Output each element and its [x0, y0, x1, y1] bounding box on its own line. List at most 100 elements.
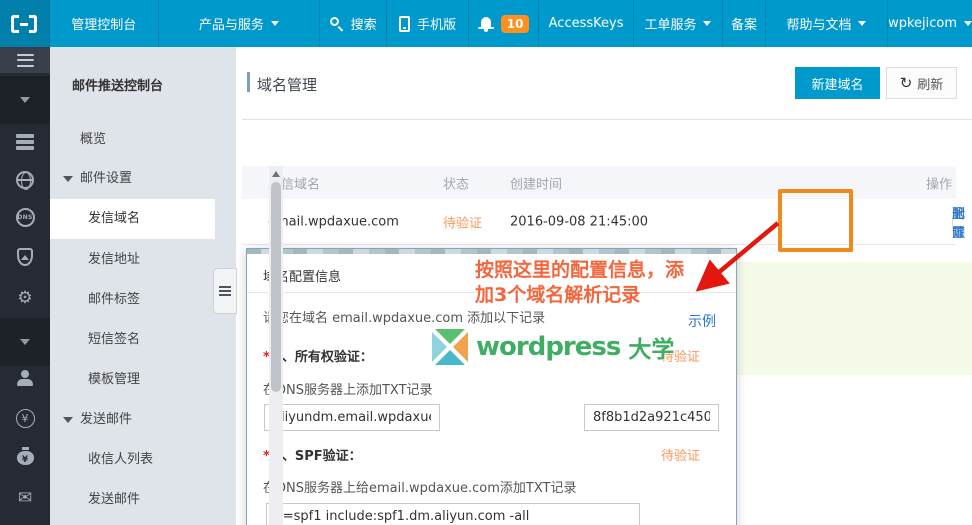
topbar-beian-link[interactable]: 备案	[723, 0, 766, 47]
accesskeys-label: AccessKeys	[549, 16, 624, 31]
chevron-down-icon	[20, 339, 30, 345]
chevron-down-icon	[858, 21, 866, 26]
header-divider	[242, 119, 972, 120]
sidebar-item-sending-domain[interactable]: 发信域名	[50, 199, 215, 239]
hamburger-icon	[17, 54, 34, 67]
txt-host-input[interactable]	[264, 404, 440, 431]
sidebar-group-mail-settings[interactable]: 邮件设置	[50, 159, 215, 199]
page-title: 域名管理	[257, 74, 317, 95]
sidebar-toggle-button[interactable]	[0, 47, 50, 73]
chevron-down-icon	[964, 21, 972, 26]
title-accent-bar	[247, 72, 250, 92]
sidebar-item-mail-tag[interactable]: 邮件标签	[50, 280, 215, 320]
aliyun-console-screen: 管理控制台 产品与服务 搜索 手机版 10 AccessKeys 工单服务 备案	[0, 0, 972, 525]
dns-icon: DNS	[16, 208, 35, 227]
col-actions: 操作	[926, 173, 952, 192]
rail-item-network[interactable]	[0, 168, 50, 192]
highlight-box	[778, 189, 853, 252]
col-status: 状态	[443, 173, 469, 192]
products-label: 产品与服务	[199, 14, 264, 33]
section2-status: 待验证	[661, 445, 700, 464]
spf-value-input[interactable]	[266, 503, 640, 525]
search-icon	[330, 17, 344, 31]
sidebar-item-sms-signature[interactable]: 短信签名	[50, 320, 215, 360]
rail-item-settings[interactable]: ⚙	[0, 286, 50, 310]
sidebar-title: 邮件推送控制台	[72, 75, 163, 94]
sidebar-collapse-handle[interactable]	[213, 268, 237, 314]
chevron-down-icon	[63, 176, 73, 182]
txt-value-input[interactable]	[584, 404, 719, 431]
user-icon	[17, 370, 33, 386]
topbar-tickets-menu[interactable]: 工单服务	[634, 0, 723, 47]
new-domain-button[interactable]: 新建域名	[795, 67, 880, 99]
topbar-notifications[interactable]: 10	[469, 0, 540, 47]
notification-badge: 10	[501, 15, 530, 33]
rail-item-user[interactable]	[0, 366, 50, 390]
refresh-button[interactable]: ↻ 刷新	[886, 67, 957, 99]
watermark-suffix: 大学	[628, 330, 674, 364]
scroll-up-icon[interactable]	[272, 171, 280, 177]
sidebar: 邮件推送控制台 概览 邮件设置 发信域名 发信地址 邮件标签 短信签名 模板管理…	[50, 47, 236, 525]
rail-item-mail[interactable]: ✉	[0, 486, 50, 510]
rail-item-dns[interactable]: DNS	[0, 205, 50, 229]
topbar-user-menu[interactable]: wpkejicom	[888, 0, 972, 47]
sidebar-item-overview[interactable]: 概览	[50, 120, 215, 160]
scrollbar-thumb[interactable]	[271, 182, 281, 392]
console-label: 管理控制台	[71, 14, 136, 33]
shield-icon	[17, 248, 33, 266]
icon-rail: DNS ⚙ ¥ ¥ ✉	[0, 47, 50, 525]
status-badge: 待验证	[443, 212, 482, 231]
wordpress-daxue-logo-icon	[432, 329, 468, 365]
chevron-down-icon	[20, 97, 30, 103]
topbar-mobile-link[interactable]: 手机版	[387, 0, 468, 47]
refresh-label: 刷新	[917, 74, 943, 93]
globe-icon	[16, 171, 34, 189]
close-icon[interactable]: ×	[706, 264, 722, 280]
aliyun-logo-icon	[11, 15, 37, 33]
chevron-down-icon	[703, 21, 711, 26]
servers-icon	[16, 134, 34, 150]
search-label: 搜索	[351, 14, 377, 33]
sidebar-item-sending-address[interactable]: 发信地址	[50, 240, 215, 280]
section2-hint: 在DNS服务器上给email.wpdaxue.com添加TXT记录	[263, 477, 576, 496]
topbar-accesskeys-link[interactable]: AccessKeys	[539, 0, 633, 47]
aliyun-logo[interactable]	[0, 0, 50, 47]
sidebar-item-template-management[interactable]: 模板管理	[50, 360, 215, 400]
created-cell: 2016-09-08 21:45:00	[510, 214, 648, 229]
beian-label: 备案	[731, 14, 757, 33]
collapse-panel-icon	[219, 286, 231, 296]
topbar: 管理控制台 产品与服务 搜索 手机版 10 AccessKeys 工单服务 备案	[0, 0, 972, 47]
rail-item-funds[interactable]: ¥	[0, 446, 50, 470]
delete-link[interactable]: 删除	[952, 203, 965, 241]
sidebar-group-send-mail[interactable]: 发送邮件	[50, 400, 215, 440]
mail-icon: ✉	[18, 490, 32, 507]
topbar-products-menu[interactable]: 产品与服务	[159, 0, 320, 47]
example-link[interactable]: 示例	[688, 311, 716, 331]
bell-icon	[478, 16, 494, 32]
sidebar-item-send-mail[interactable]: 发送邮件	[50, 480, 215, 520]
rail-item-security[interactable]	[0, 245, 50, 269]
watermark: wordpress 大学	[432, 329, 674, 365]
dialog-intro: 请您在域名 email.wpdaxue.com 添加以下记录	[263, 307, 545, 326]
section1-hint: 在DNS服务器上添加TXT记录	[263, 379, 433, 398]
topbar-help-menu[interactable]: 帮助与文档	[766, 0, 888, 47]
mobile-label: 手机版	[417, 14, 456, 33]
topbar-search-button[interactable]: 搜索	[320, 0, 388, 47]
moneybag-icon: ¥	[17, 451, 34, 465]
rail-item-products[interactable]	[0, 130, 50, 154]
rail-collapse-bottom[interactable]	[0, 318, 50, 366]
watermark-brand: wordpress	[476, 332, 620, 362]
mobile-icon	[399, 16, 410, 32]
topbar-console-link[interactable]: 管理控制台	[50, 0, 159, 47]
notice-box: 创建二级域名。	[700, 262, 972, 375]
rail-collapse-top[interactable]	[0, 76, 50, 124]
username-label: wpkejicom	[888, 16, 957, 31]
refresh-icon: ↻	[900, 76, 913, 91]
sidebar-item-recipient-list[interactable]: 收信人列表	[50, 440, 215, 480]
chevron-down-icon	[271, 21, 279, 26]
gear-icon: ⚙	[17, 290, 32, 307]
col-created: 创建时间	[510, 173, 562, 192]
rail-item-billing[interactable]: ¥	[0, 406, 50, 430]
sidebar-scrollbar[interactable]	[269, 166, 283, 525]
help-label: 帮助与文档	[786, 14, 851, 33]
